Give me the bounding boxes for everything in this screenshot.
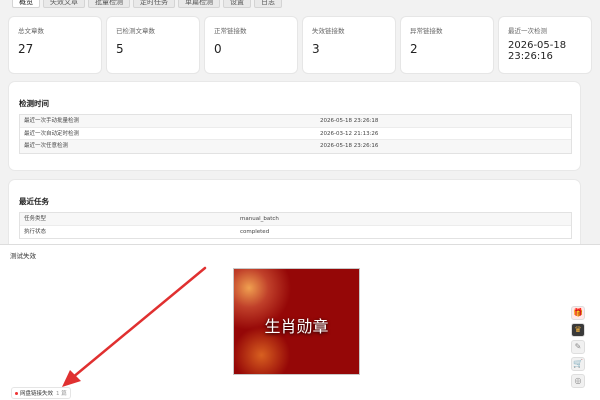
gift-icon[interactable]: 🎁 <box>571 306 585 320</box>
tab-batch-check[interactable]: 批量检测 <box>88 0 130 8</box>
tab-settings[interactable]: 设置 <box>223 0 251 8</box>
crown-icon[interactable]: ♛ <box>571 323 585 337</box>
row-label: 执行状态 <box>24 228 47 235</box>
cart-icon[interactable]: 🛒 <box>571 357 585 371</box>
detect-time-panel: 检测时间 最近一次手动批量检测 2026-05-18 23:26:18 最近一次… <box>9 82 580 170</box>
tab-scheduled-tasks[interactable]: 定时任务 <box>133 0 175 8</box>
row-label: 任务类型 <box>24 216 47 222</box>
stat-value-date: 2026-05-18 <box>508 40 567 51</box>
row-value: 2026-05-18 23:26:18 <box>320 118 379 124</box>
stat-label: 失效链接数 <box>312 27 345 35</box>
row-value: 2026-05-18 23:26:16 <box>320 143 379 149</box>
row-label: 最近一次自动定时检测 <box>24 130 80 137</box>
stat-value: 3 <box>312 42 320 56</box>
status-chip-count: 1 篇 <box>56 391 67 397</box>
stats-row: 总文章数 27 已检测文章数 5 正常链接数 0 失效链接数 3 异常链接数 2… <box>9 17 591 73</box>
stat-label: 异常链接数 <box>410 27 443 35</box>
stat-card-normal-links: 正常链接数 0 <box>205 17 297 73</box>
overlay-title: 测试失效 <box>10 252 36 260</box>
wechat-icon[interactable]: ◎ <box>571 374 585 388</box>
row-label: 最近一次手动批量检测 <box>24 118 80 124</box>
tab-bar: 概览 失效文章 批量检测 定时任务 单篇检测 设置 日志 <box>12 0 282 8</box>
stat-value: 2 <box>410 42 418 56</box>
panel-title: 检测时间 <box>19 99 49 108</box>
status-dot-icon <box>15 392 18 395</box>
stat-label: 正常链接数 <box>214 27 247 35</box>
table-row: 最近一次手动批量检测 2026-05-18 23:26:18 <box>20 115 571 128</box>
zodiac-medal-banner[interactable]: 生肖勋章 <box>233 268 360 375</box>
test-invalid-overlay: 测试失效 生肖勋章 网盘链接失效 1 篇 <box>0 244 600 400</box>
table-row: 最近一次自动定时检测 2026-03-12 21:13:26 <box>20 128 571 140</box>
table-row: 执行状态 completed <box>20 226 571 239</box>
stat-card-invalid-links: 失效链接数 3 <box>303 17 395 73</box>
recent-task-table: 任务类型 manual_batch 执行状态 completed <box>19 212 572 239</box>
stat-value: 5 <box>116 42 124 56</box>
row-value: 2026-03-12 21:13:26 <box>320 130 379 137</box>
detect-time-table: 最近一次手动批量检测 2026-05-18 23:26:18 最近一次自动定时检… <box>19 114 572 154</box>
stat-value: 0 <box>214 42 222 56</box>
status-chip-invalid-link[interactable]: 网盘链接失效 1 篇 <box>12 388 70 398</box>
stat-label: 总文章数 <box>18 27 44 35</box>
stat-label: 最近一次检测 <box>508 27 547 35</box>
tab-invalid-articles[interactable]: 失效文章 <box>43 0 85 8</box>
status-chip-label: 网盘链接失效 <box>20 391 54 397</box>
table-row: 任务类型 manual_batch <box>20 213 571 226</box>
stat-value: 27 <box>18 42 34 56</box>
row-value: manual_batch <box>240 216 279 222</box>
stat-card-last-check: 最近一次检测 2026-05-18 23:26:16 <box>499 17 591 73</box>
stat-card-total-articles: 总文章数 27 <box>9 17 101 73</box>
tab-overview[interactable]: 概览 <box>12 0 40 8</box>
stat-card-checked-articles: 已检测文章数 5 <box>107 17 199 73</box>
recent-task-panel: 最近任务 任务类型 manual_batch 执行状态 completed <box>9 180 580 250</box>
stat-value-time: 23:26:16 <box>508 51 553 62</box>
stat-card-abnormal-links: 异常链接数 2 <box>401 17 493 73</box>
right-toolbar: 🎁 ♛ ✎ 🛒 ◎ <box>571 306 585 388</box>
edit-icon[interactable]: ✎ <box>571 340 585 354</box>
row-value: completed <box>240 228 270 235</box>
tab-logs[interactable]: 日志 <box>254 0 282 8</box>
banner-text: 生肖勋章 <box>264 317 329 336</box>
row-label: 最近一次任意检测 <box>24 143 69 149</box>
tab-single-check[interactable]: 单篇检测 <box>178 0 220 8</box>
panel-title: 最近任务 <box>19 197 49 206</box>
table-row: 最近一次任意检测 2026-05-18 23:26:16 <box>20 140 571 153</box>
stat-label: 已检测文章数 <box>116 27 155 35</box>
